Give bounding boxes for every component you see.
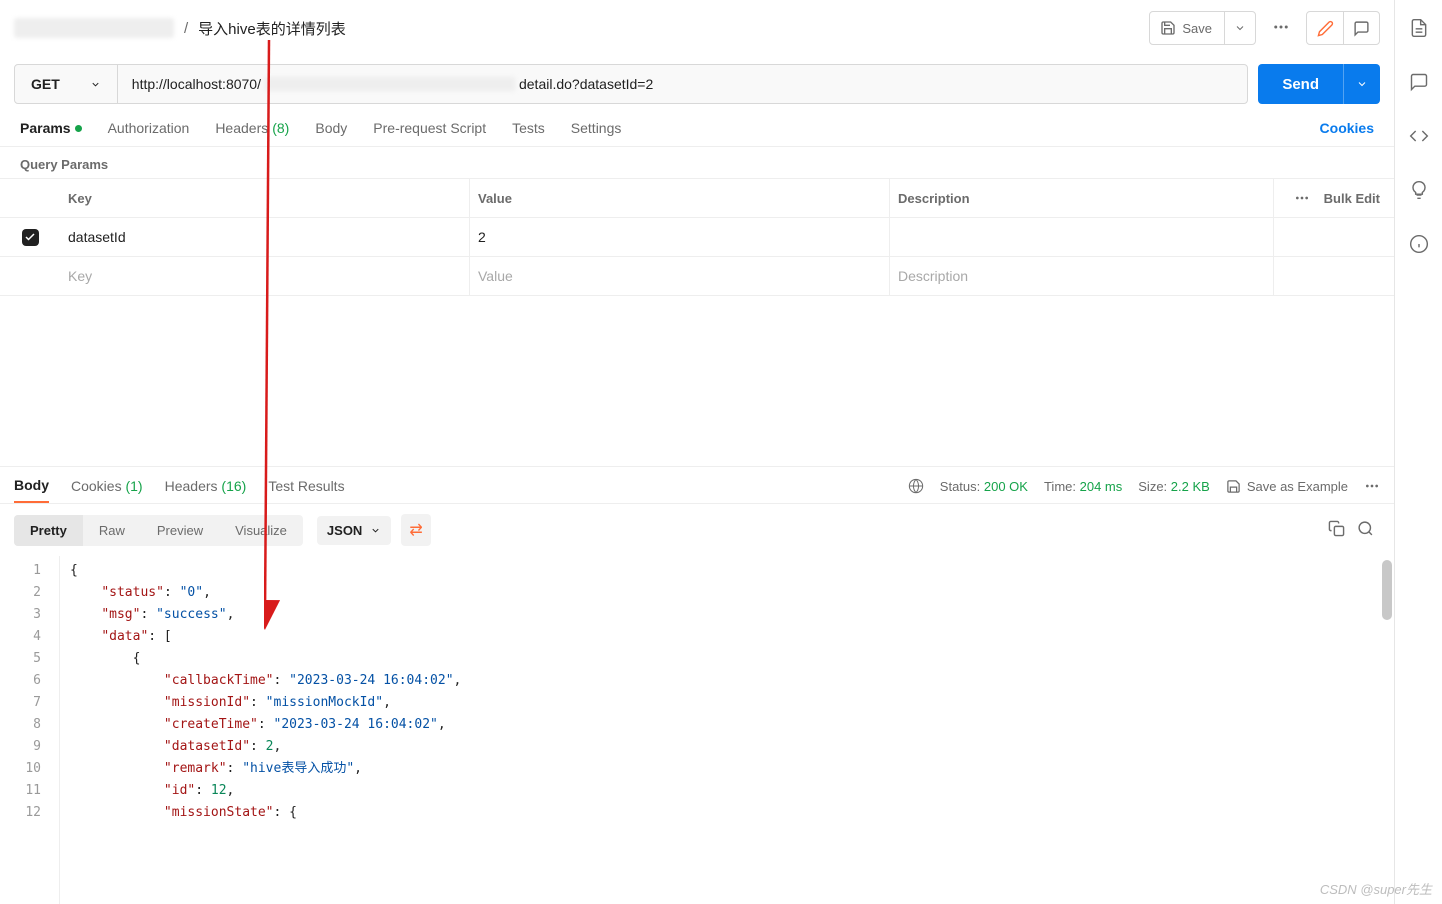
url-input[interactable]: http://localhost:8070/ detail.do?dataset… [118,65,1248,103]
param-value-cell[interactable]: 2 [470,218,890,256]
resp-tab-body[interactable]: Body [14,477,49,503]
code-icon[interactable] [1409,126,1429,146]
tab-prerequest[interactable]: Pre-request Script [373,120,486,146]
col-desc-header: Description [890,179,1274,217]
col-value-header: Value [470,179,890,217]
copy-icon [1328,520,1345,537]
tab-settings[interactable]: Settings [571,120,622,146]
breadcrumb-sep: / [184,20,188,37]
send-button[interactable]: Send [1258,64,1380,104]
save-dropdown[interactable] [1224,12,1255,44]
row-checkbox[interactable] [22,229,39,246]
more-menu[interactable] [1266,18,1296,39]
info-icon[interactable] [1409,234,1429,254]
param-value-placeholder[interactable]: Value [470,257,890,295]
query-params-label: Query Params [0,147,1394,178]
pencil-icon [1317,20,1334,37]
scrollbar-thumb[interactable] [1382,560,1392,620]
param-desc-placeholder[interactable]: Description [890,257,1274,295]
watermark: CSDN @super先生 [1320,879,1432,898]
view-preview[interactable]: Preview [141,515,219,546]
params-dot-icon [75,125,82,132]
status-value: 200 OK [984,479,1028,494]
edit-mode-button[interactable] [1307,12,1343,44]
url-prefix: http://localhost:8070/ [132,76,261,92]
table-row: datasetId 2 [0,218,1394,257]
params-table: Key Value Description Bulk Edit datasetI… [0,178,1394,296]
tab-body[interactable]: Body [315,120,347,146]
check-icon [24,231,36,243]
tab-headers[interactable]: Headers (8) [215,120,289,146]
save-as-example[interactable]: Save as Example [1226,479,1348,494]
table-row: Key Value Description [0,257,1394,296]
format-select[interactable]: JSON [317,516,391,545]
chevron-down-icon [1356,78,1368,90]
view-visualize[interactable]: Visualize [219,515,303,546]
tab-authorization[interactable]: Authorization [108,120,190,146]
lightbulb-icon[interactable] [1409,180,1429,200]
dots-icon[interactable] [1364,478,1380,494]
save-icon [1226,479,1241,494]
resp-tab-test-results[interactable]: Test Results [268,478,344,502]
chevron-down-icon [1234,22,1246,34]
send-label: Send [1258,76,1343,93]
chevron-down-icon [90,79,101,90]
view-mode-toggle [1306,11,1380,45]
save-label: Save [1182,21,1212,36]
method-label: GET [31,76,60,92]
comment-icon[interactable] [1409,72,1429,92]
wrap-toggle[interactable]: ⇄ [401,514,430,546]
view-pretty[interactable]: Pretty [14,515,83,546]
param-key-placeholder[interactable]: Key [60,257,470,295]
globe-icon[interactable] [908,478,924,494]
chevron-down-icon [370,525,381,536]
url-blur [265,77,515,91]
save-icon [1160,20,1176,36]
url-suffix: detail.do?datasetId=2 [519,76,653,92]
breadcrumb-collection-blur [14,18,174,38]
col-key-header: Key [60,179,470,217]
resp-tab-cookies[interactable]: Cookies (1) [71,478,143,502]
docs-icon[interactable] [1409,18,1429,38]
comment-icon [1353,20,1370,37]
response-body[interactable]: 123456789101112 { "status": "0", "msg": … [0,556,1394,904]
resp-tab-headers[interactable]: Headers (16) [165,478,247,502]
dots-icon [1272,18,1290,36]
save-button[interactable]: Save [1149,11,1256,45]
search-icon [1357,520,1374,537]
size-value: 2.2 KB [1171,479,1210,494]
comment-mode-button[interactable] [1343,12,1379,44]
time-value: 204 ms [1080,479,1123,494]
tab-tests[interactable]: Tests [512,120,545,146]
tab-params[interactable]: Params [20,120,82,146]
param-key-cell[interactable]: datasetId [60,218,470,256]
send-dropdown[interactable] [1343,64,1380,104]
search-button[interactable] [1351,514,1380,546]
breadcrumb-title[interactable]: 导入hive表的详情列表 [198,18,346,39]
copy-button[interactable] [1322,514,1351,546]
breadcrumb: / 导入hive表的详情列表 [14,18,346,39]
view-raw[interactable]: Raw [83,515,141,546]
bulk-edit-link[interactable]: Bulk Edit [1324,191,1380,206]
cookies-link[interactable]: Cookies [1320,120,1374,146]
method-select[interactable]: GET [15,65,118,103]
param-desc-cell[interactable] [890,218,1274,256]
dots-icon[interactable] [1294,190,1310,206]
